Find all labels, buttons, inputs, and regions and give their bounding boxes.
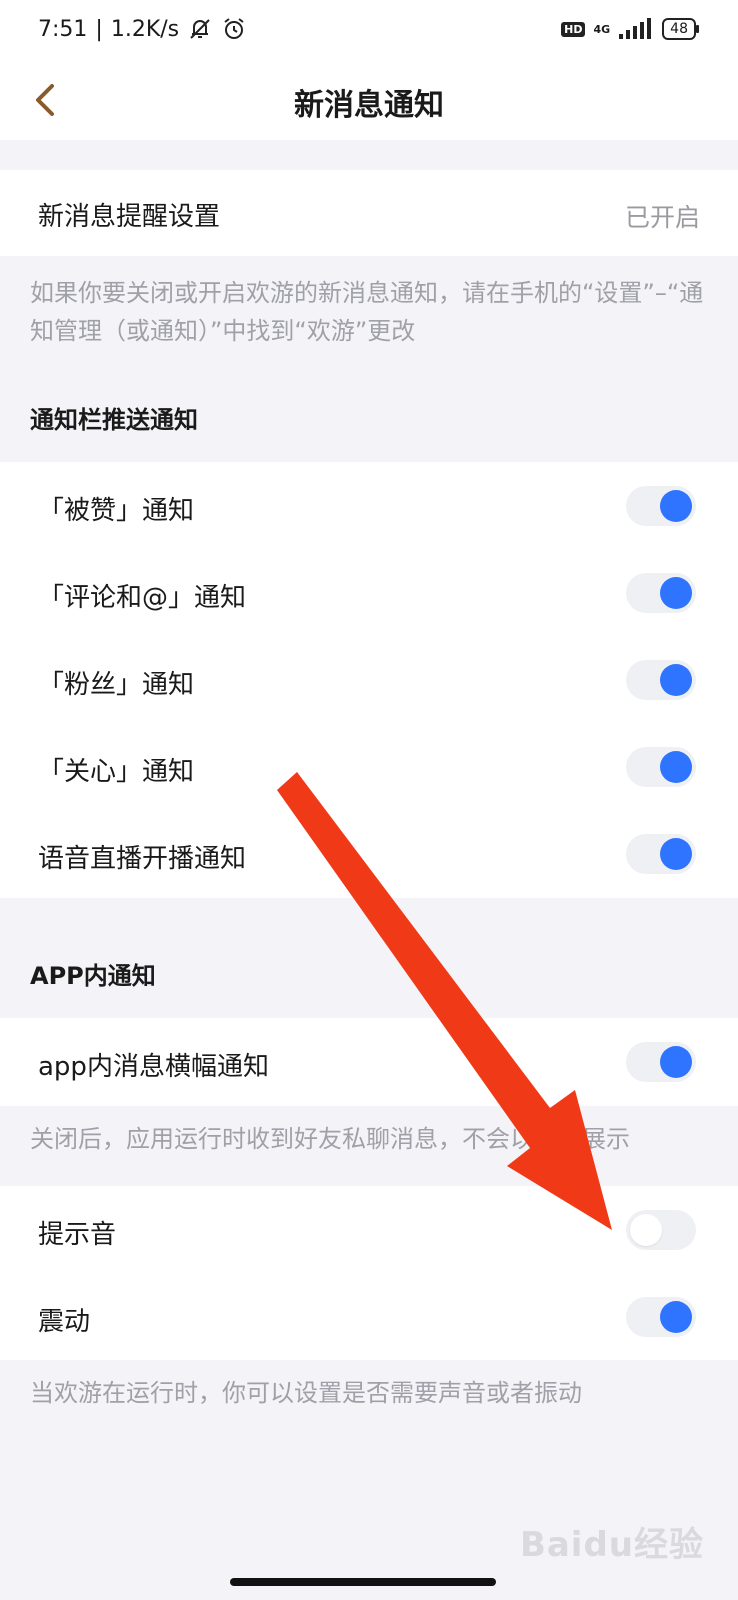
- baidu-watermark: Baidu经验: [519, 1525, 704, 1565]
- home-indicator[interactable]: [230, 1578, 496, 1586]
- red-arrow-annotation: [277, 772, 612, 1230]
